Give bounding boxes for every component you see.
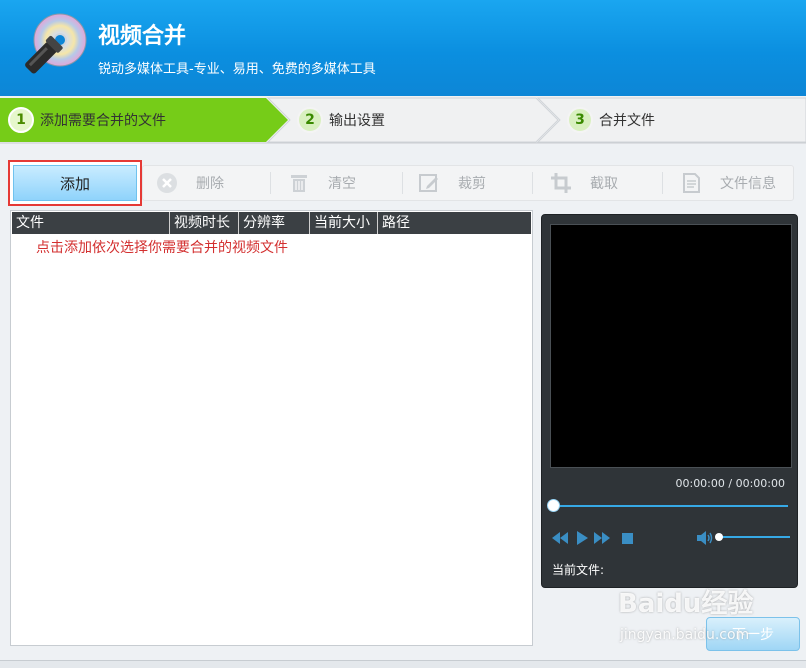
stop-icon[interactable] [619, 531, 635, 545]
step-3-number: 3 [567, 107, 593, 133]
add-button-label: 添加 [59, 174, 90, 193]
step-1-number: 1 [8, 107, 34, 133]
column-resolution[interactable]: 分辨率 [239, 212, 310, 234]
step-1[interactable]: 1 添加需要合并的文件 [8, 105, 166, 135]
trash-icon [288, 172, 310, 194]
delete-button[interactable]: 删除 [156, 168, 224, 198]
file-list[interactable]: 文件 视频时长 分辨率 当前大小 路径 点击添加依次选择你需要合并的视频文件 [10, 210, 533, 646]
step-3-label: 合并文件 [599, 113, 655, 129]
time-display: 00:00:00 / 00:00:00 [675, 477, 785, 490]
step-2-number: 2 [297, 107, 323, 133]
volume-handle[interactable] [715, 533, 723, 541]
window-bottom-border [0, 660, 806, 668]
clip-button[interactable]: 截取 [550, 168, 618, 198]
file-list-header: 文件 视频时长 分辨率 当前大小 路径 [12, 212, 531, 234]
file-info-button[interactable]: 文件信息 [680, 168, 776, 198]
delete-label: 删除 [196, 176, 224, 192]
crop-icon [550, 172, 572, 194]
watermark-url: jingyan.baidu.com [620, 627, 750, 643]
delete-icon [156, 172, 178, 194]
toolbar-divider [662, 172, 663, 194]
video-player: 00:00:00 / 00:00:00 当前文件: [541, 214, 798, 588]
step-1-label: 添加需要合并的文件 [40, 113, 166, 129]
column-duration[interactable]: 视频时长 [170, 212, 239, 234]
add-button[interactable]: 添加 [13, 165, 137, 201]
volume-icon[interactable] [697, 531, 713, 545]
clip-label: 截取 [590, 176, 618, 192]
fast-forward-icon[interactable] [594, 531, 610, 545]
step-2-label: 输出设置 [329, 113, 385, 129]
edit-icon [418, 172, 440, 194]
app-header: 视频合并 锐动多媒体工具-专业、易用、免费的多媒体工具 [0, 0, 806, 96]
clear-label: 清空 [328, 176, 356, 192]
document-icon [680, 172, 702, 194]
add-button-highlight: 添加 [8, 160, 142, 206]
toolbar-divider [270, 172, 271, 194]
watermark-text: Baidu经验 [618, 589, 754, 619]
column-size[interactable]: 当前大小 [310, 212, 378, 234]
current-file-label: 当前文件: [552, 563, 605, 577]
app-title: 视频合并 [98, 24, 187, 49]
file-info-label: 文件信息 [720, 176, 776, 192]
video-screen[interactable] [550, 224, 792, 468]
toolbar: 添加 删除 清空 裁剪 截取 文件信息 [8, 160, 796, 206]
app-subtitle: 锐动多媒体工具-专业、易用、免费的多媒体工具 [98, 62, 376, 77]
toolbar-divider [402, 172, 403, 194]
clear-button[interactable]: 清空 [288, 168, 356, 198]
progress-handle[interactable] [547, 499, 560, 512]
app-logo [18, 10, 88, 82]
crop-label: 裁剪 [458, 176, 486, 192]
step-3[interactable]: 3 合并文件 [567, 105, 655, 135]
step-indicator: 1 添加需要合并的文件 2 输出设置 3 合并文件 [0, 96, 806, 144]
toolbar-divider [532, 172, 533, 194]
play-icon[interactable] [574, 531, 590, 545]
rewind-icon[interactable] [552, 531, 568, 545]
progress-bar[interactable] [554, 505, 788, 507]
volume-slider[interactable] [718, 536, 790, 538]
step-2[interactable]: 2 输出设置 [297, 105, 385, 135]
empty-list-hint: 点击添加依次选择你需要合并的视频文件 [36, 240, 288, 256]
column-file[interactable]: 文件 [12, 212, 170, 234]
baidu-watermark: Baidu经验 jingyan.baidu.com [600, 583, 770, 653]
column-path[interactable]: 路径 [378, 212, 531, 234]
crop-button[interactable]: 裁剪 [418, 168, 486, 198]
